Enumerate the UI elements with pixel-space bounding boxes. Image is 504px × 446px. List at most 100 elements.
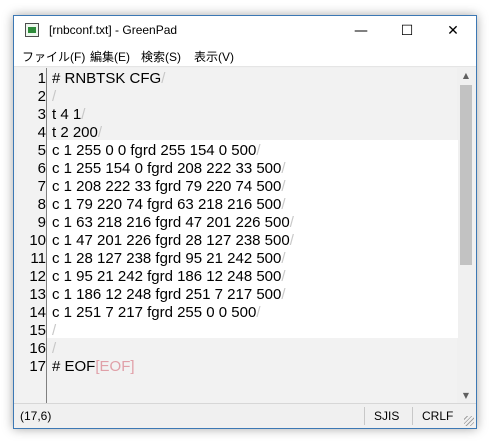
line-text[interactable]: c 1 95 21 242 fgrd 186 12 248 500/ (52, 268, 286, 286)
line-content: c 1 251 7 217 fgrd 255 0 0 500 (52, 304, 257, 321)
cursor-position: (17,6) (20, 409, 52, 423)
line-text[interactable]: c 1 79 220 74 fgrd 63 218 216 500/ (52, 196, 286, 214)
menu-file[interactable]: ファイル(F) (22, 48, 85, 65)
title-bar[interactable]: [rnbconf.txt] - GreenPad — ☐ ✕ (14, 16, 476, 46)
eol-marker: / (281, 178, 286, 195)
line-content: c 1 47 201 226 fgrd 28 127 238 500 (52, 232, 290, 249)
vertical-scrollbar[interactable]: ▲ ▼ (458, 68, 474, 404)
maximize-button[interactable]: ☐ (384, 16, 430, 46)
line-text[interactable]: c 1 208 222 33 fgrd 79 220 74 500/ (52, 178, 286, 196)
line-content: c 1 208 222 33 fgrd 79 220 74 500 (52, 178, 282, 195)
eol-marker: / (52, 322, 57, 339)
line-text[interactable]: # EOF[EOF] (52, 358, 135, 376)
menu-search[interactable]: 検索(S) (141, 48, 181, 65)
editor-line[interactable]: 6 c 1 255 154 0 fgrd 208 222 33 500/ (17, 160, 457, 178)
line-number: 2 (37, 88, 46, 105)
editor-line[interactable]: 15 / (17, 322, 457, 340)
line-text[interactable]: # RNBTSK CFG/ (52, 70, 165, 88)
eol-marker: / (161, 70, 166, 87)
editor-line[interactable]: 3 t 4 1/ (17, 106, 457, 124)
line-number: 17 (29, 358, 46, 375)
line-text[interactable]: c 1 251 7 217 fgrd 255 0 0 500/ (52, 304, 261, 322)
line-content: c 1 79 220 74 fgrd 63 218 216 500 (52, 196, 282, 213)
line-content: t 4 1 (52, 106, 82, 123)
eol-marker: / (281, 196, 286, 213)
line-number: 4 (37, 124, 46, 141)
status-divider (412, 407, 413, 425)
line-number: 6 (37, 160, 46, 177)
line-text[interactable]: c 1 186 12 248 fgrd 251 7 217 500/ (52, 286, 286, 304)
editor-line[interactable]: 16 / (17, 340, 457, 358)
scrollbar-thumb[interactable] (460, 85, 472, 265)
line-ending-indicator[interactable]: CRLF (422, 409, 453, 423)
eol-marker: / (52, 88, 57, 105)
line-number: 5 (37, 142, 46, 159)
minimize-button[interactable]: — (338, 16, 384, 46)
line-number: 9 (37, 214, 46, 231)
eol-marker: / (52, 340, 57, 357)
line-content: c 1 28 127 238 fgrd 95 21 242 500 (52, 250, 282, 267)
line-text[interactable]: c 1 255 0 0 fgrd 255 154 0 500/ (52, 142, 261, 160)
line-content: t 2 200 (52, 124, 98, 141)
eol-marker: / (256, 142, 261, 159)
line-number: 12 (29, 268, 46, 285)
close-button[interactable]: ✕ (430, 16, 476, 46)
menu-edit[interactable]: 編集(E) (90, 48, 130, 65)
eol-marker: / (289, 232, 294, 249)
line-number: 3 (37, 106, 46, 123)
eol-marker: / (281, 250, 286, 267)
eof-marker: [EOF] (95, 358, 135, 375)
eol-marker: / (281, 268, 286, 285)
editor-line[interactable]: 13 c 1 186 12 248 fgrd 251 7 217 500/ (17, 286, 457, 304)
eol-marker: / (81, 106, 86, 123)
editor-line[interactable]: 10 c 1 47 201 226 fgrd 28 127 238 500/ (17, 232, 457, 250)
line-number: 1 (37, 70, 46, 87)
line-number: 7 (37, 178, 46, 195)
resize-grip-icon[interactable] (464, 416, 474, 426)
menu-view[interactable]: 表示(V) (194, 48, 234, 65)
line-content: # RNBTSK CFG (52, 70, 162, 87)
menu-bar: ファイル(F) 編集(E) 検索(S) 表示(V) (14, 46, 476, 67)
editor-line[interactable]: 12 c 1 95 21 242 fgrd 186 12 248 500/ (17, 268, 457, 286)
line-number: 10 (29, 232, 46, 249)
editor-line[interactable]: 2/ (17, 88, 457, 106)
line-text[interactable]: c 1 28 127 238 fgrd 95 21 242 500/ (52, 250, 286, 268)
eol-marker: / (256, 304, 261, 321)
encoding-indicator[interactable]: SJIS (374, 409, 399, 423)
line-text[interactable]: t 4 1/ (52, 106, 85, 124)
line-content: c 1 255 154 0 fgrd 208 222 33 500 (52, 160, 282, 177)
line-content: c 1 95 21 242 fgrd 186 12 248 500 (52, 268, 282, 285)
eol-marker: / (281, 286, 286, 303)
editor-line[interactable]: 1 # RNBTSK CFG/ (17, 70, 457, 88)
eol-marker: / (281, 160, 286, 177)
line-number: 16 (29, 340, 46, 357)
line-text[interactable]: c 1 63 218 216 fgrd 47 201 226 500/ (52, 214, 294, 232)
editor-line[interactable]: 14 c 1 251 7 217 fgrd 255 0 0 500/ (17, 304, 457, 322)
line-text[interactable]: c 1 47 201 226 fgrd 28 127 238 500/ (52, 232, 294, 250)
line-text[interactable]: / (52, 340, 56, 358)
line-content: c 1 63 218 216 fgrd 47 201 226 500 (52, 214, 290, 231)
editor-line[interactable]: 7 c 1 208 222 33 fgrd 79 220 74 500/ (17, 178, 457, 196)
line-text[interactable]: t 2 200/ (52, 124, 102, 142)
line-text[interactable]: / (52, 88, 56, 106)
editor-line[interactable]: 5 c 1 255 0 0 fgrd 255 154 0 500/ (17, 142, 457, 160)
line-number: 13 (29, 286, 46, 303)
scroll-down-arrow-icon[interactable]: ▼ (458, 388, 474, 404)
line-number: 14 (29, 304, 46, 321)
greenpad-app-icon[interactable] (25, 23, 39, 37)
line-number: 15 (29, 322, 46, 339)
editor-line[interactable]: 17 # EOF[EOF] (17, 358, 457, 376)
editor-line[interactable]: 4 t 2 200/ (17, 124, 457, 142)
line-text[interactable]: c 1 255 154 0 fgrd 208 222 33 500/ (52, 160, 286, 178)
line-number: 8 (37, 196, 46, 213)
editor-line[interactable]: 11 c 1 28 127 238 fgrd 95 21 242 500/ (17, 250, 457, 268)
line-content: c 1 186 12 248 fgrd 251 7 217 500 (52, 286, 282, 303)
status-divider (364, 407, 365, 425)
scroll-up-arrow-icon[interactable]: ▲ (458, 68, 474, 84)
line-text[interactable]: / (52, 322, 56, 340)
greenpad-window: [rnbconf.txt] - GreenPad — ☐ ✕ ファイル(F) 編… (13, 15, 477, 429)
editor-line[interactable]: 9 c 1 63 218 216 fgrd 47 201 226 500/ (17, 214, 457, 232)
editor-line[interactable]: 8 c 1 79 220 74 fgrd 63 218 216 500/ (17, 196, 457, 214)
line-content: # EOF (52, 358, 96, 375)
eol-marker: / (97, 124, 103, 141)
